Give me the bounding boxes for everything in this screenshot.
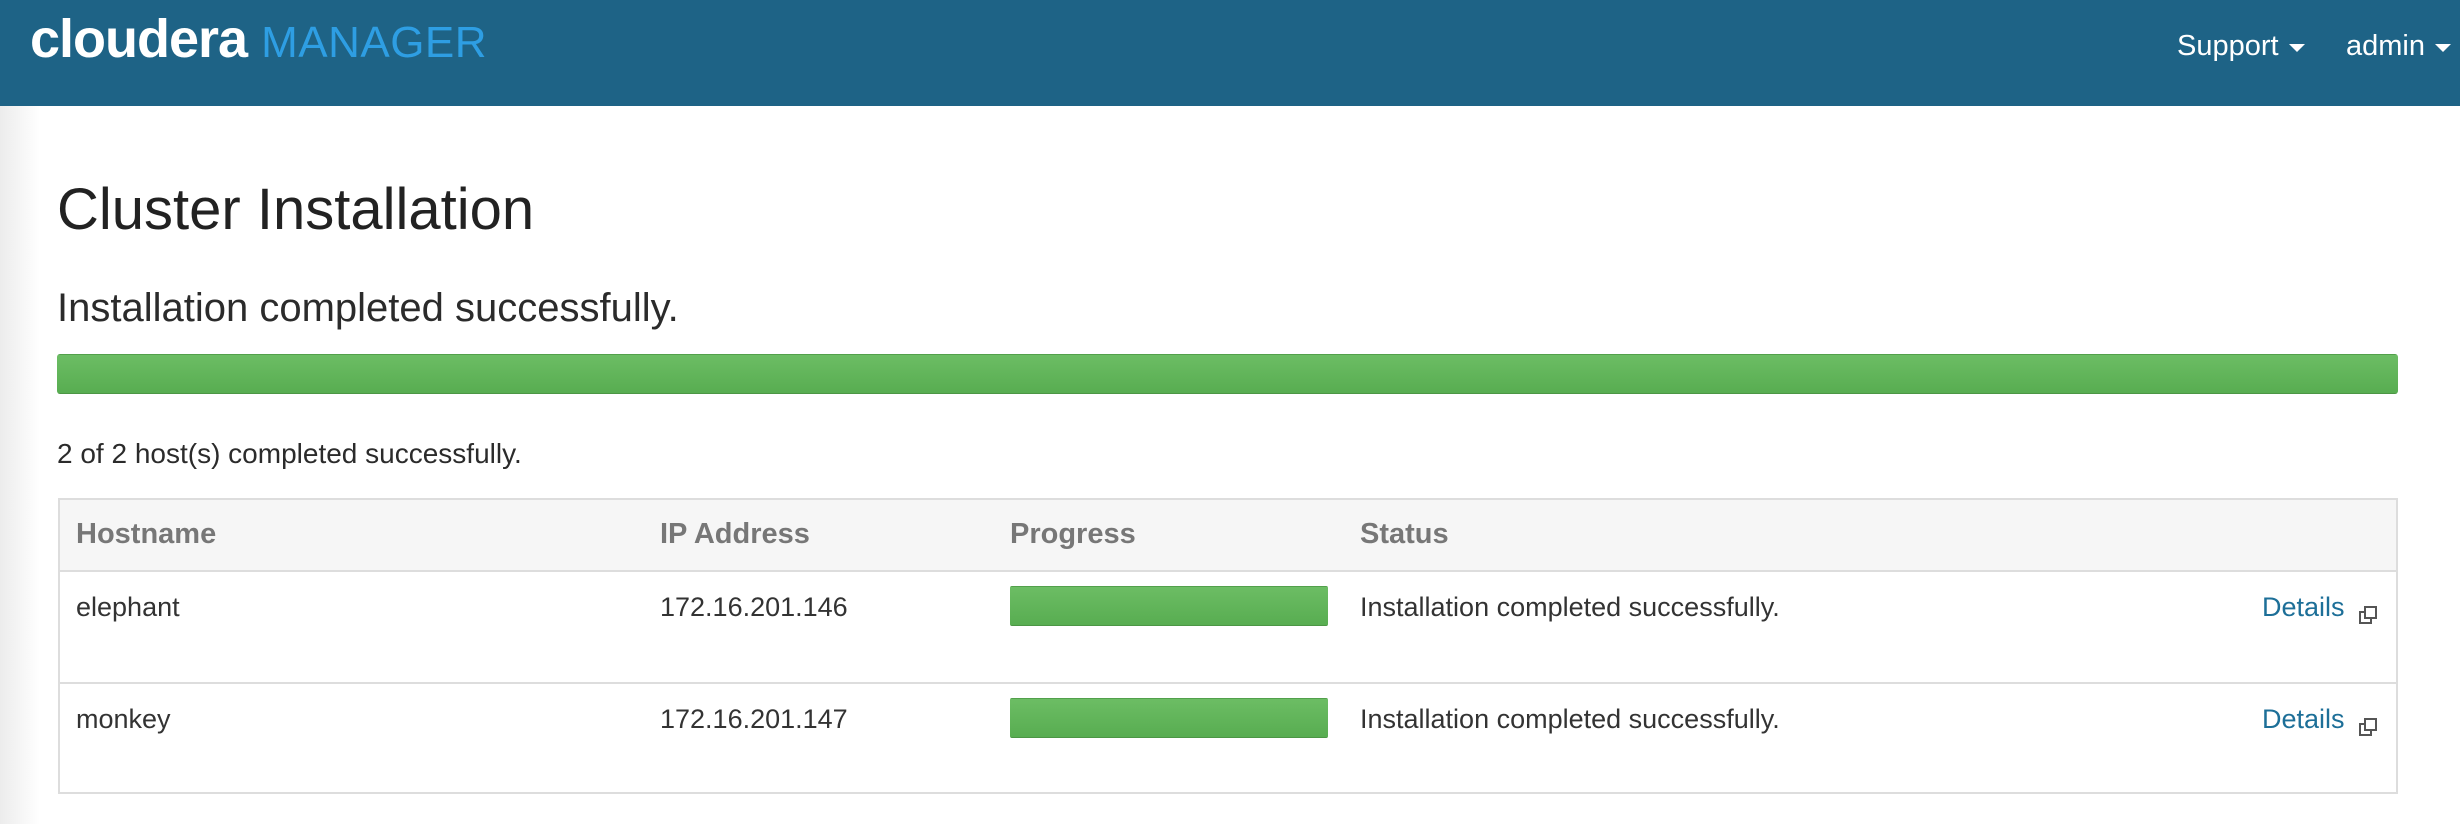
ip-address-cell: 172.16.201.146 (660, 592, 848, 622)
details-link-label: Details (2262, 592, 2345, 622)
brand-manager-text: MANAGER (261, 18, 488, 67)
table-row: elephant 172.16.201.146 Installation com… (60, 572, 2396, 684)
admin-menu[interactable]: admin (2346, 26, 2451, 66)
top-navbar: cloudera MANAGER Support admin (0, 0, 2460, 106)
support-menu-label: Support (2177, 29, 2279, 62)
column-header-status: Status (1360, 518, 1449, 550)
brand-cloudera-text: cloudera (30, 9, 248, 69)
column-header-ip-address: IP Address (660, 518, 810, 550)
host-progress-fill (1010, 586, 1328, 626)
installation-status-message: Installation completed successfully. (57, 286, 679, 330)
hostname-cell: elephant (76, 592, 180, 622)
hosts-table: Hostname IP Address Progress Status elep… (58, 498, 2398, 794)
page-left-shadow (0, 106, 40, 824)
hostname-cell: monkey (76, 704, 171, 734)
host-progress-bar (1010, 698, 1328, 738)
host-progress-fill (1010, 698, 1328, 738)
brand-logo[interactable]: cloudera MANAGER (30, 8, 487, 78)
admin-menu-label: admin (2346, 29, 2425, 62)
details-link[interactable]: Details (2262, 702, 2377, 736)
overall-progress-bar (57, 354, 2398, 394)
host-summary-text: 2 of 2 host(s) completed successfully. (57, 438, 522, 469)
caret-down-icon (2288, 44, 2305, 52)
external-link-icon (2358, 598, 2377, 624)
host-progress-bar (1010, 586, 1328, 626)
details-link[interactable]: Details (2262, 590, 2377, 624)
overall-progress-fill (57, 354, 2398, 394)
caret-down-icon (2435, 44, 2451, 52)
table-row: monkey 172.16.201.147 Installation compl… (60, 684, 2396, 796)
page-title: Cluster Installation (57, 177, 535, 242)
status-cell: Installation completed successfully. (1360, 704, 1780, 734)
ip-address-cell: 172.16.201.147 (660, 704, 848, 734)
support-menu[interactable]: Support (2177, 26, 2305, 66)
details-link-label: Details (2262, 704, 2345, 734)
table-header: Hostname IP Address Progress Status (60, 500, 2396, 572)
column-header-hostname: Hostname (76, 518, 217, 550)
column-header-progress: Progress (1010, 518, 1136, 550)
status-cell: Installation completed successfully. (1360, 592, 1780, 622)
external-link-icon (2358, 710, 2377, 736)
